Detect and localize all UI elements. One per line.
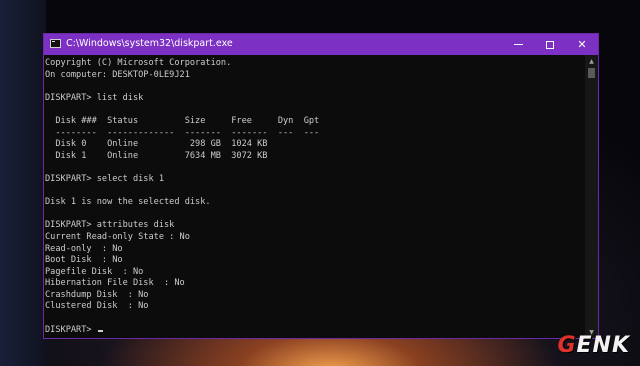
console-line: On computer: DESKTOP-0LE9J21 <box>45 69 190 80</box>
console-line: -------- ------------- ------- ------- -… <box>45 127 320 138</box>
prompt-text: DISKPART> <box>45 324 97 335</box>
console-line: Boot Disk : No <box>45 255 123 266</box>
minimize-icon <box>513 44 523 45</box>
console-app-icon <box>50 39 61 48</box>
console-line: DISKPART> attributes disk <box>45 220 175 231</box>
console-line: Disk 1 Online 7634 MB 3072 KB <box>45 150 268 161</box>
text-cursor <box>97 329 103 332</box>
console-line: Crashdump Disk : No <box>45 289 149 300</box>
console-line: Hibernation File Disk : No <box>45 278 185 289</box>
console-line: Disk ### Status Size Free Dyn Gpt <box>45 115 320 126</box>
genk-watermark-logo: GENK <box>557 332 630 358</box>
diskpart-window[interactable]: C:\Windows\system32\diskpart.exe ✕ Copyr… <box>43 33 599 339</box>
prompt-line[interactable]: DISKPART> <box>45 325 584 337</box>
title-bar[interactable]: C:\Windows\system32\diskpart.exe ✕ <box>44 34 598 55</box>
desktop-background <box>0 0 46 366</box>
console-line: Clustered Disk : No <box>45 301 149 312</box>
maximize-icon <box>546 40 554 49</box>
minimize-button[interactable] <box>502 34 534 55</box>
console-line: Copyright (C) Microsoft Corporation. <box>45 58 232 68</box>
console-line: Disk 0 Online 298 GB 1024 KB <box>45 139 268 150</box>
maximize-button[interactable] <box>534 34 566 55</box>
console-line: Pagefile Disk : No <box>45 266 144 277</box>
close-icon: ✕ <box>577 38 587 51</box>
scroll-up-arrow-icon[interactable]: ▲ <box>585 55 598 67</box>
console-line: Disk 1 is now the selected disk. <box>45 197 211 208</box>
console-line: DISKPART> list disk <box>45 92 144 103</box>
scroll-thumb[interactable] <box>588 68 595 78</box>
window-title: C:\Windows\system32\diskpart.exe <box>66 38 233 49</box>
logo-text: GENK <box>557 332 630 358</box>
console-output[interactable]: Copyright (C) Microsoft Corporation. On … <box>44 55 584 338</box>
console-line: DISKPART> select disk 1 <box>45 173 164 184</box>
vertical-scrollbar[interactable]: ▲ ▼ <box>585 55 598 338</box>
close-button[interactable]: ✕ <box>566 34 598 55</box>
console-line: Read-only : No <box>45 243 123 254</box>
console-line: Current Read-only State : No <box>45 231 190 242</box>
